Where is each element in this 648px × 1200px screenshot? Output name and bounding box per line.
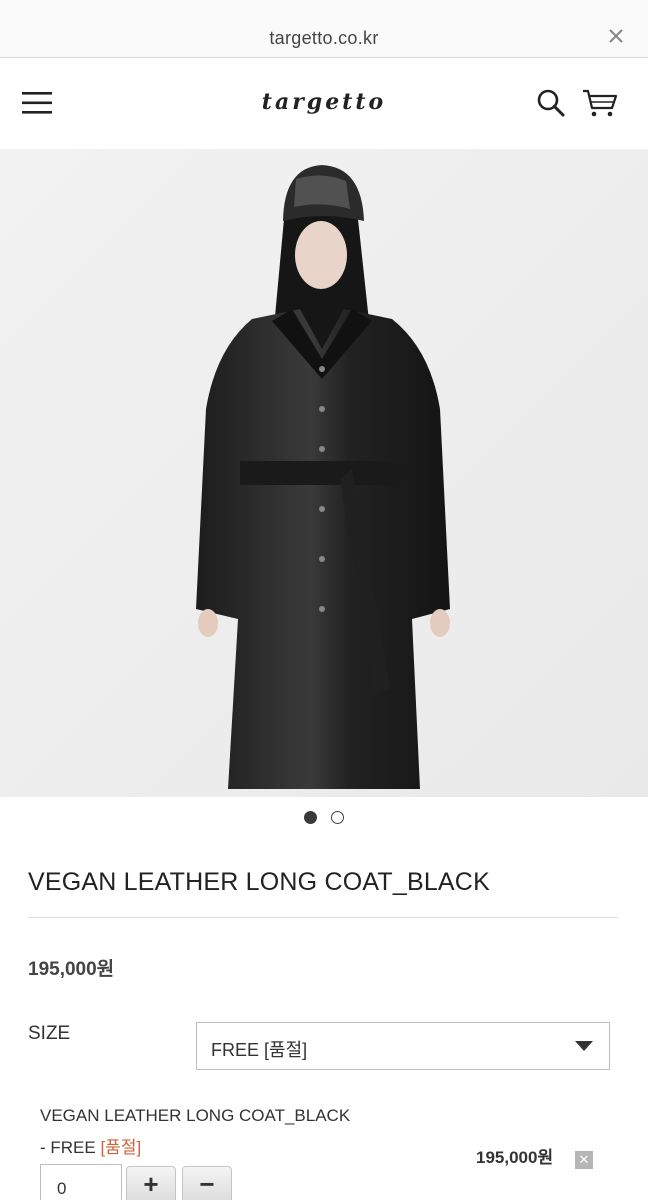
selected-item-name: VEGAN LEATHER LONG COAT_BLACK [40, 1106, 351, 1125]
selected-item-price: 195,000원 [476, 1148, 554, 1167]
carousel-dot-1[interactable] [303, 811, 317, 825]
close-icon[interactable] [606, 26, 626, 46]
soldout-badge: [품절] [100, 1138, 142, 1157]
chevron-down-icon [575, 1041, 593, 1051]
carousel-indicator [0, 809, 648, 825]
variant-label: - FREE [40, 1138, 101, 1157]
search-icon[interactable] [536, 88, 566, 118]
product-image[interactable] [0, 149, 648, 797]
cart-icon[interactable] [582, 88, 618, 118]
site-header: targetto [0, 59, 648, 149]
browser-url-bar: targetto.co.kr [0, 0, 648, 58]
remove-item-button[interactable]: ✕ [575, 1151, 593, 1169]
url-text[interactable]: targetto.co.kr [0, 28, 648, 49]
quantity-decrease-button[interactable]: − [182, 1166, 232, 1200]
product-title: VEGAN LEATHER LONG COAT_BLACK [28, 868, 490, 896]
divider [28, 917, 618, 918]
selected-item-variant: - FREE [품절] [40, 1133, 141, 1158]
size-select[interactable]: FREE [품절] [196, 1022, 610, 1070]
quantity-increase-button[interactable]: + [126, 1166, 176, 1200]
product-photo [0, 149, 648, 797]
product-price: 195,000원 [28, 959, 115, 980]
size-select-value: FREE [품절] [211, 1040, 308, 1060]
quantity-input[interactable]: 0 [40, 1164, 122, 1200]
size-label: SIZE [28, 1023, 71, 1044]
carousel-dot-2[interactable] [331, 811, 345, 825]
